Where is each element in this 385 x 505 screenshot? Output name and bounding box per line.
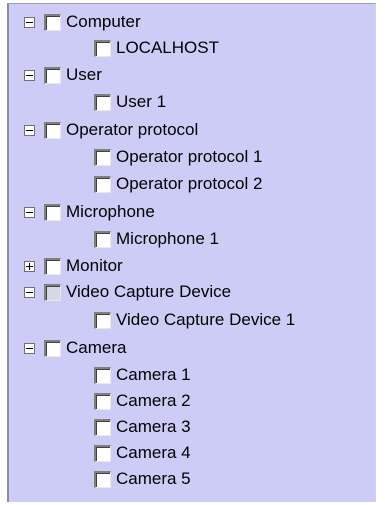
tree-node-user[interactable]: User <box>24 62 102 88</box>
tree-node-camera-2[interactable]: Camera 2 <box>94 388 191 414</box>
tree-node-camera[interactable]: Camera <box>24 335 126 361</box>
tree-node-checkbox[interactable] <box>94 230 111 248</box>
tree-node-camera-5[interactable]: Camera 5 <box>94 466 191 492</box>
tree-node-checkbox[interactable] <box>94 39 111 57</box>
tree-node-checkbox[interactable] <box>94 418 111 436</box>
collapse-toggle-icon[interactable] <box>24 16 35 28</box>
tree-node-checkbox[interactable] <box>94 311 111 329</box>
tree-node-label: Operator protocol 2 <box>116 174 263 193</box>
collapse-toggle-icon[interactable] <box>24 342 35 354</box>
tree-node-label: Operator protocol <box>66 120 199 139</box>
tree-node-label: Monitor <box>66 256 123 275</box>
collapse-toggle-icon[interactable] <box>24 286 35 298</box>
tree-node-label: Camera 5 <box>116 469 191 488</box>
tree-node-checkbox[interactable] <box>94 444 111 462</box>
tree-node-checkbox[interactable] <box>44 121 61 139</box>
tree-node-label: User 1 <box>116 92 167 111</box>
tree-node-user-1[interactable]: User 1 <box>94 89 166 115</box>
tree-node-camera-4[interactable]: Camera 4 <box>94 440 191 466</box>
tree-node-camera-1[interactable]: Camera 1 <box>94 362 191 388</box>
tree-node-label: Camera 1 <box>116 365 191 384</box>
tree-node-label: Camera 4 <box>116 443 191 462</box>
tree-node-label: Microphone <box>66 202 155 221</box>
tree-node-computer[interactable]: Computer <box>24 9 141 35</box>
expand-toggle-icon[interactable] <box>24 260 35 272</box>
tree-node-checkbox[interactable] <box>94 470 111 488</box>
tree-node-checkbox[interactable] <box>94 175 111 193</box>
tree-node-label: Camera 2 <box>116 391 191 410</box>
tree-node-checkbox[interactable] <box>44 203 61 221</box>
tree-node-checkbox[interactable] <box>94 148 111 166</box>
tree-node-operator-protocol[interactable]: Operator protocol <box>24 117 198 143</box>
tree-node-checkbox[interactable] <box>44 66 61 84</box>
tree-node-localhost[interactable]: LOCALHOST <box>94 35 219 61</box>
tree-node-video-capture-device-1[interactable]: Video Capture Device 1 <box>94 307 295 333</box>
collapse-toggle-icon[interactable] <box>24 69 35 81</box>
tree-node-operator-protocol-1[interactable]: Operator protocol 1 <box>94 144 262 170</box>
tree-node-checkbox[interactable] <box>94 392 111 410</box>
tree-node-checkbox[interactable] <box>94 366 111 384</box>
tree-node-checkbox[interactable] <box>94 93 111 111</box>
tree-node-operator-protocol-2[interactable]: Operator protocol 2 <box>94 171 262 197</box>
tree-node-label: User <box>66 65 102 84</box>
tree-node-checkbox <box>44 283 61 301</box>
collapse-toggle-icon[interactable] <box>24 124 35 136</box>
device-tree-panel[interactable]: Computer LOCALHOST User User 1 Operator … <box>7 3 376 502</box>
tree-node-label: Microphone 1 <box>116 229 220 248</box>
tree-node-microphone-1[interactable]: Microphone 1 <box>94 226 219 252</box>
tree-node-checkbox[interactable] <box>44 13 61 31</box>
tree-node-camera-3[interactable]: Camera 3 <box>94 414 191 440</box>
tree-node-monitor[interactable]: Monitor <box>24 253 123 279</box>
tree-node-label: Video Capture Device 1 <box>116 310 296 329</box>
tree-node-label: Operator protocol 1 <box>116 147 263 166</box>
tree-node-label: LOCALHOST <box>116 38 219 57</box>
collapse-toggle-icon[interactable] <box>24 206 35 218</box>
tree-node-label: Camera <box>66 338 127 357</box>
tree-node-checkbox[interactable] <box>44 257 61 275</box>
tree-node-label: Video Capture Device <box>66 282 232 301</box>
tree-node-label: Computer <box>66 12 141 31</box>
tree-node-video-capture-device[interactable]: Video Capture Device <box>24 279 231 305</box>
tree-node-checkbox[interactable] <box>44 339 61 357</box>
tree-node-microphone[interactable]: Microphone <box>24 199 155 225</box>
tree-node-label: Camera 3 <box>116 417 191 436</box>
